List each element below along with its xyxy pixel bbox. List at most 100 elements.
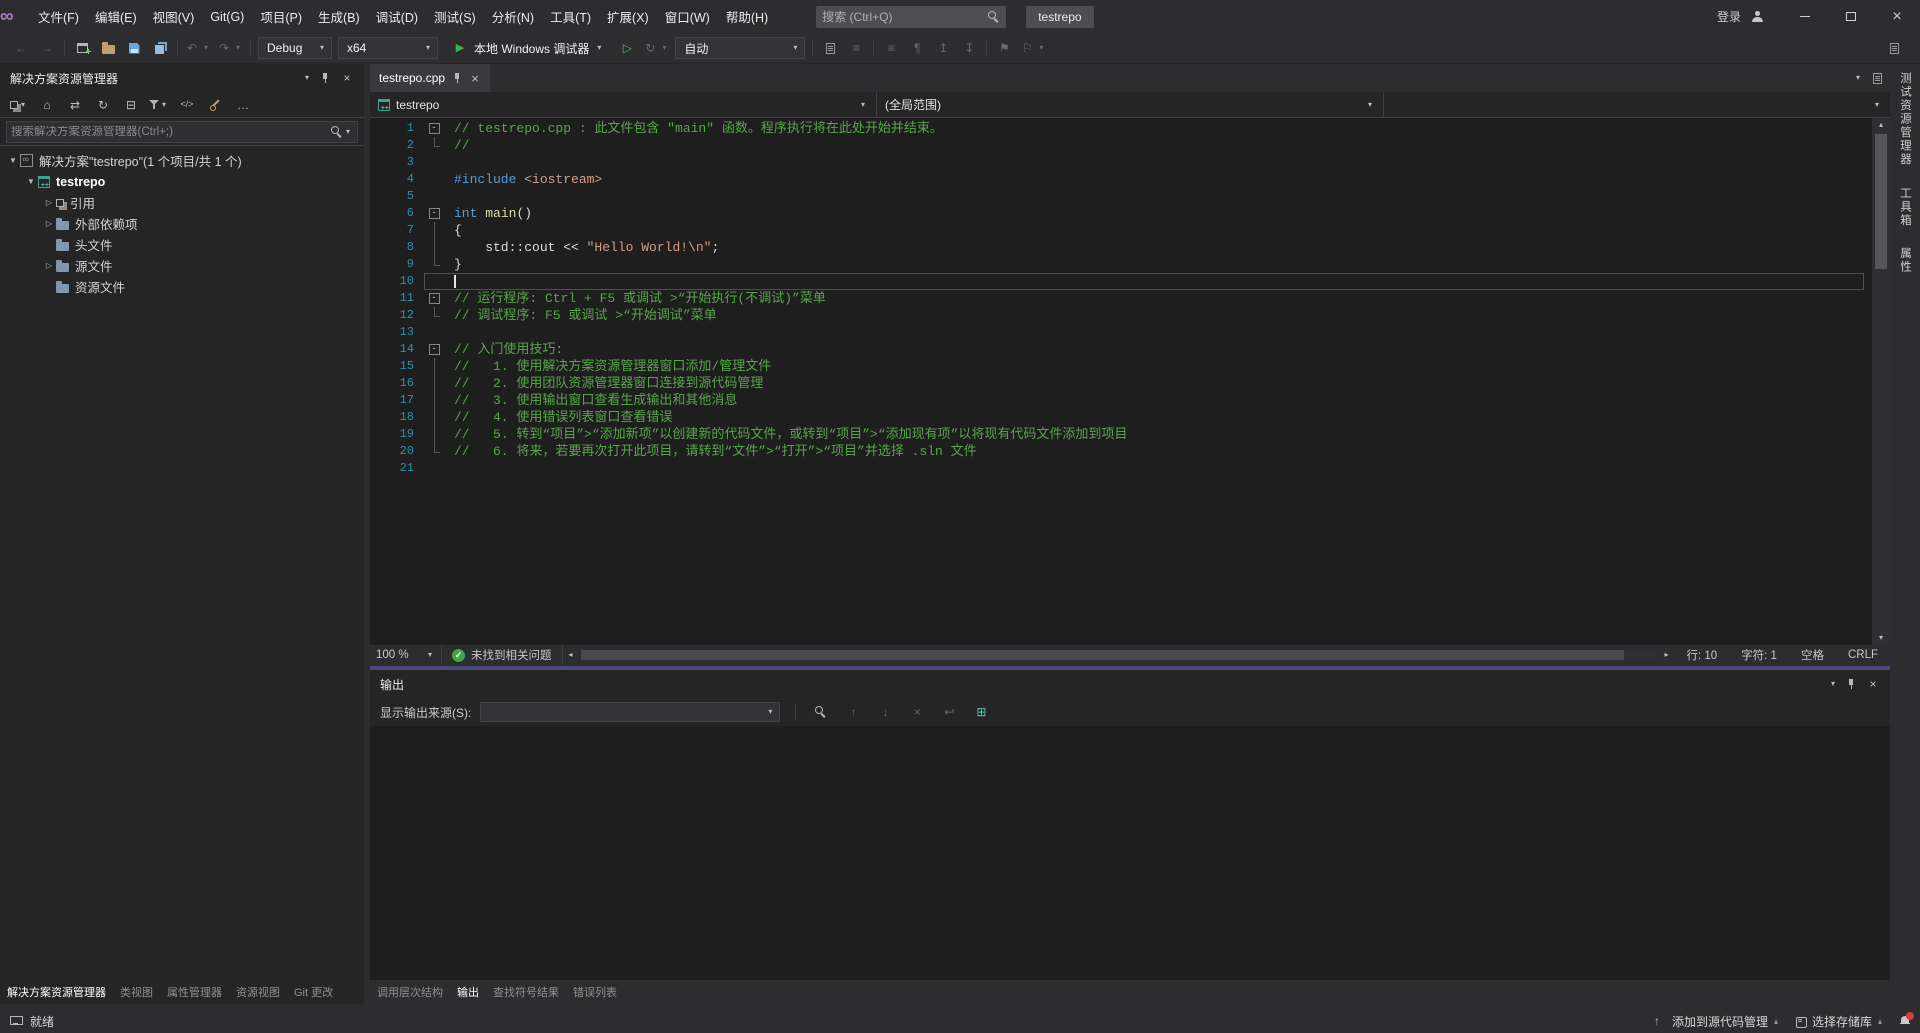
- line-number[interactable]: 14: [370, 341, 422, 358]
- solution-search-input[interactable]: [11, 126, 331, 138]
- document-tab[interactable]: testrepo.cpp ×: [370, 64, 490, 92]
- tree-expander-icon[interactable]: ▼: [24, 177, 38, 186]
- view-code-button[interactable]: </>: [175, 93, 199, 117]
- more-options-button[interactable]: …: [231, 93, 255, 117]
- line-number[interactable]: 18: [370, 409, 422, 426]
- send-feedback-button[interactable]: [1882, 36, 1906, 60]
- left-dock-tab-1[interactable]: 类视图: [113, 984, 160, 1000]
- line-number[interactable]: 7: [370, 222, 422, 239]
- menu-item-2[interactable]: 视图(V): [145, 0, 203, 33]
- tree-expander-icon[interactable]: ▷: [42, 261, 56, 270]
- member-dropdown[interactable]: ▾: [1384, 92, 1890, 117]
- navigate-forward-button[interactable]: →: [35, 36, 59, 60]
- line-number[interactable]: 12: [370, 307, 422, 324]
- switch-views-button[interactable]: ▾: [7, 93, 31, 117]
- navigate-back-button[interactable]: ←: [9, 36, 33, 60]
- line-number[interactable]: 8: [370, 239, 422, 256]
- panel-tab-1[interactable]: 输出: [450, 984, 486, 1000]
- code-line-7[interactable]: 7{: [370, 222, 1890, 239]
- menu-item-11[interactable]: 窗口(W): [657, 0, 718, 33]
- menu-item-9[interactable]: 工具(T): [542, 0, 599, 33]
- code-line-20[interactable]: 20// 6. 将来，若要再次打开此项目，请转到“文件”>“打开”>“项目”并选…: [370, 443, 1890, 460]
- close-tab-icon[interactable]: ×: [469, 69, 481, 87]
- code-line-2[interactable]: 2//: [370, 137, 1890, 154]
- line-number[interactable]: 21: [370, 460, 422, 477]
- pin-panel-icon[interactable]: [320, 73, 330, 84]
- code-line-9[interactable]: 9}: [370, 256, 1890, 273]
- fold-toggle-icon[interactable]: -: [429, 208, 440, 219]
- solution-configuration-combo[interactable]: Debug▾: [258, 37, 332, 59]
- close-panel-icon[interactable]: ×: [338, 69, 356, 87]
- notifications-button[interactable]: [1900, 1016, 1910, 1027]
- tree-expander-icon[interactable]: ▼: [6, 156, 20, 165]
- tree-item-references[interactable]: ▷引用: [0, 192, 364, 213]
- menu-item-10[interactable]: 扩展(X): [599, 0, 657, 33]
- pin-tab-icon[interactable]: [452, 73, 462, 84]
- properties-button[interactable]: [203, 93, 227, 117]
- line-number[interactable]: 3: [370, 154, 422, 171]
- find-message-button[interactable]: [809, 700, 833, 724]
- scroll-right-icon[interactable]: ▸: [1658, 646, 1674, 664]
- maximize-button[interactable]: [1828, 0, 1874, 33]
- start-debugging-button[interactable]: ▶本地 Windows 调试器▾: [443, 36, 612, 60]
- filter-button[interactable]: ▾: [147, 93, 171, 117]
- clear-bookmarks-button[interactable]: ⚐▾: [1018, 36, 1048, 60]
- next-message-button[interactable]: ↓: [873, 700, 897, 724]
- undo-button[interactable]: ↶▾: [183, 36, 213, 60]
- add-to-source-control-button[interactable]: ↑添加到源代码管理▴: [1648, 1012, 1778, 1030]
- panel-tab-2[interactable]: 查找符号结果: [486, 984, 566, 1000]
- scrollbar-thumb[interactable]: [581, 650, 1625, 660]
- code-line-5[interactable]: 5: [370, 188, 1890, 205]
- tree-item-resource-files[interactable]: 资源文件: [0, 276, 364, 297]
- close-panel-icon[interactable]: ×: [1864, 675, 1882, 693]
- new-project-button[interactable]: [70, 36, 94, 60]
- line-number[interactable]: 17: [370, 392, 422, 409]
- global-search-input[interactable]: [822, 10, 988, 24]
- block-ops-button[interactable]: ¶: [905, 36, 929, 60]
- tree-item-external-dependencies[interactable]: ▷外部依赖项: [0, 213, 364, 234]
- fold-toggle-icon[interactable]: -: [429, 123, 440, 134]
- editor-vertical-scrollbar[interactable]: ▴ ▾: [1872, 118, 1890, 645]
- code-line-14[interactable]: 14-// 入门使用技巧:: [370, 341, 1890, 358]
- code-line-4[interactable]: 4#include <iostream>: [370, 171, 1890, 188]
- scope-dropdown[interactable]: (全局范围) ▾: [877, 92, 1384, 117]
- menu-item-5[interactable]: 生成(B): [310, 0, 368, 33]
- find-in-files-button[interactable]: ≡: [844, 36, 868, 60]
- next-bookmark-button[interactable]: ↧: [957, 36, 981, 60]
- tree-expander-icon[interactable]: ▷: [42, 198, 56, 207]
- left-dock-tab-0[interactable]: 解决方案资源管理器: [0, 984, 113, 1000]
- line-ops-button[interactable]: ≡: [879, 36, 903, 60]
- code-line-17[interactable]: 17// 3. 使用输出窗口查看生成输出和其他消息: [370, 392, 1890, 409]
- menu-item-6[interactable]: 调试(D): [368, 0, 426, 33]
- save-button[interactable]: [122, 36, 146, 60]
- line-number[interactable]: 4: [370, 171, 422, 188]
- line-number[interactable]: 6: [370, 205, 422, 222]
- right-tool-tab-0[interactable]: 测试资源管理器: [1897, 72, 1913, 167]
- right-tool-tab-1[interactable]: 工具箱: [1897, 187, 1913, 228]
- left-dock-tab-4[interactable]: Git 更改: [287, 984, 340, 1000]
- fold-toggle-icon[interactable]: -: [429, 344, 440, 355]
- menu-item-8[interactable]: 分析(N): [484, 0, 542, 33]
- left-dock-tab-3[interactable]: 资源视图: [229, 984, 287, 1000]
- code-editor[interactable]: 1-// testrepo.cpp : 此文件包含 "main" 函数。程序执行…: [370, 118, 1890, 645]
- code-health-indicator[interactable]: ✓ 未找到相关问题: [442, 645, 563, 665]
- clear-all-button[interactable]: ×: [905, 700, 929, 724]
- spaces-indicator[interactable]: 空格: [1789, 647, 1836, 663]
- tree-item-solution[interactable]: ▼解决方案"testrepo"(1 个项目/共 1 个): [0, 150, 364, 171]
- select-repository-button[interactable]: 选择存储库▴: [1796, 1013, 1882, 1030]
- line-number[interactable]: 9: [370, 256, 422, 273]
- code-line-6[interactable]: 6-int main(): [370, 205, 1890, 222]
- code-line-21[interactable]: 21: [370, 460, 1890, 477]
- output-content[interactable]: [370, 726, 1890, 980]
- editor-horizontal-scrollbar[interactable]: ◂ ▸: [563, 645, 1675, 665]
- solution-name-chip[interactable]: testrepo: [1026, 6, 1093, 28]
- code-line-3[interactable]: 3: [370, 154, 1890, 171]
- tree-item-header-files[interactable]: 头文件: [0, 234, 364, 255]
- eol-indicator[interactable]: CRLF: [1836, 649, 1890, 661]
- scroll-up-icon[interactable]: ▴: [1872, 118, 1890, 132]
- right-tool-tab-2[interactable]: 属性: [1897, 247, 1913, 274]
- previous-message-button[interactable]: ↑: [841, 700, 865, 724]
- left-dock-tab-2[interactable]: 属性管理器: [160, 984, 229, 1000]
- window-position-icon[interactable]: ▾: [302, 69, 312, 87]
- document-list-dropdown-icon[interactable]: ▾: [1853, 69, 1863, 87]
